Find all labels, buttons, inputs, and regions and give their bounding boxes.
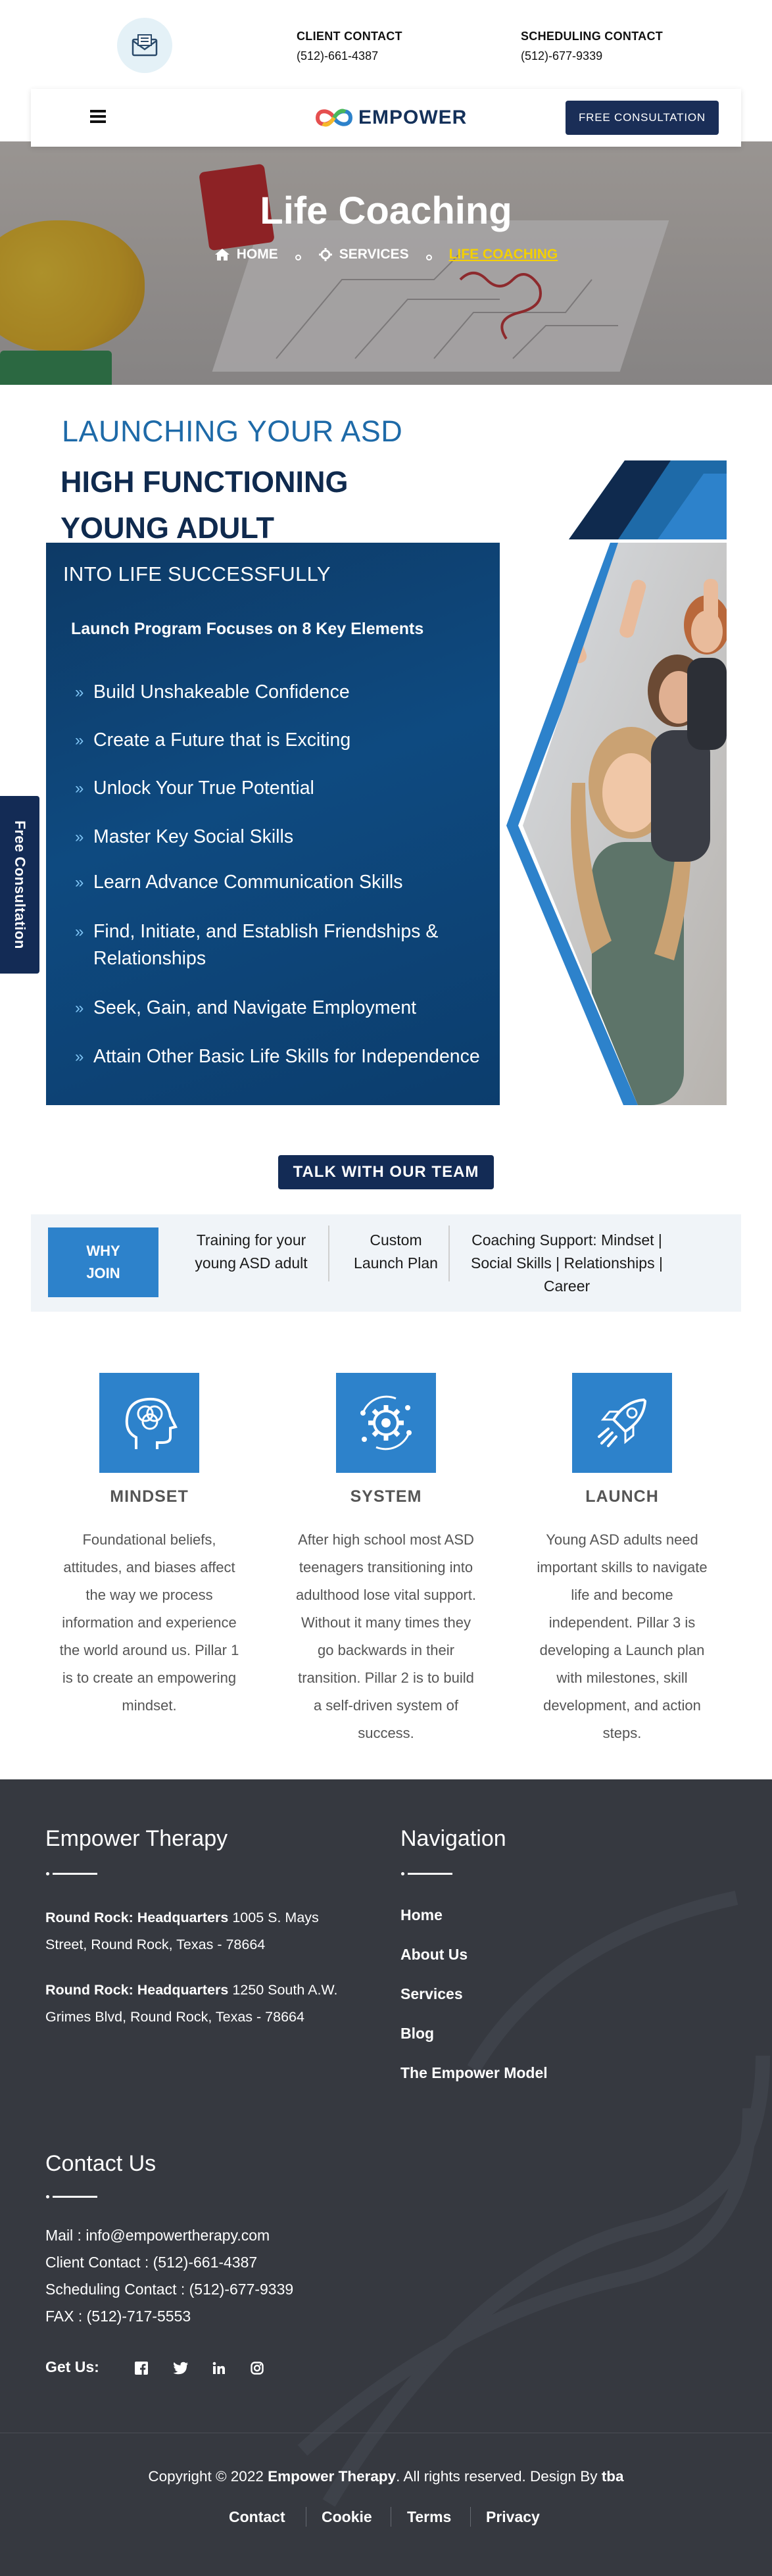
talk-with-our-team-button[interactable]: TALK WITH OUR TEAM <box>278 1155 494 1189</box>
program-heading-line2: HIGH FUNCTIONING <box>60 465 349 499</box>
list-item: » Create a Future that is Exciting <box>75 727 350 754</box>
gear-cycle-icon <box>336 1373 436 1473</box>
contact-fax: FAX : (512)-717-5553 <box>45 2308 191 2325</box>
scheduling-contact: SCHEDULING CONTACT (512)-677-9339 <box>521 30 663 63</box>
contact-client[interactable]: Client Contact : (512)-661-4387 <box>45 2249 440 2276</box>
breadcrumb-life-coaching[interactable]: LIFE COACHING <box>449 247 558 262</box>
infinity-logo-icon <box>315 109 353 127</box>
get-us-label: Get Us: <box>45 2358 99 2375</box>
list-item: » Attain Other Basic Life Skills for Inde… <box>75 1043 480 1070</box>
chevron-right-icon: » <box>75 874 84 891</box>
list-item: » Seek, Gain, and Navigate Employment <box>75 995 416 1022</box>
pillar-title: SYSTEM <box>350 1487 422 1506</box>
footer-contact-list: Mail : info@empowertherapy.com Client Co… <box>45 2222 440 2330</box>
footer-nav-heading: Navigation <box>400 1826 506 1851</box>
client-contact: CLIENT CONTACT (512)-661-4387 <box>297 30 402 63</box>
pillar-launch: LAUNCH Young ASD adults need important sk… <box>517 1373 727 1747</box>
why-join-badge: WHY JOIN <box>48 1227 158 1297</box>
program-heading: HIGH FUNCTIONING YOUNG ADULT <box>60 459 348 551</box>
program-subheading: INTO LIFE SUCCESSFULLY <box>63 562 331 585</box>
heading-underline <box>46 2195 97 2198</box>
site-logo[interactable]: EMPOWER <box>314 103 467 132</box>
divider <box>470 2507 471 2527</box>
heading-underline <box>46 1872 97 1875</box>
legal-link-cookie[interactable]: Cookie <box>322 2508 372 2526</box>
list-item: » Unlock Your True Potential <box>75 775 314 802</box>
page-title: Life Coaching <box>260 189 512 232</box>
legal-link-contact[interactable]: Contact <box>229 2508 285 2526</box>
hero-banner: Life Coaching HOME SERVICES LIFE COACHIN… <box>0 141 772 385</box>
site-footer <box>0 1779 772 2576</box>
footer-contact-heading: Contact Us <box>45 2151 157 2176</box>
program-heading-line1: LAUNCHING YOUR ASD <box>62 414 403 448</box>
client-contact-phone[interactable]: (512)-661-4387 <box>297 49 402 63</box>
main-navbar: EMPOWER FREE CONSULTATION <box>31 89 741 147</box>
footer-link-services[interactable]: Services <box>400 1985 463 2003</box>
pillar-system: SYSTEM After high school most ASD teenage… <box>281 1373 491 1747</box>
breadcrumb-services[interactable]: SERVICES <box>318 247 409 262</box>
why-item-coaching-support: Coaching Support: Mindset | Social Skills… <box>471 1231 663 1295</box>
chevron-right-icon: » <box>75 828 84 846</box>
footer-brand-heading: Empower Therapy <box>45 1826 228 1851</box>
list-item: » Find, Initiate, and Establish Friendshi… <box>75 918 438 972</box>
address-headquarters-2: Round Rock: Headquarters 1250 South A.W.… <box>45 1982 338 2025</box>
scheduling-contact-phone[interactable]: (512)-677-9339 <box>521 49 663 63</box>
breadcrumb-separator <box>295 254 301 260</box>
pillar-mindset: MINDSET Foundational beliefs, attitudes, … <box>44 1373 254 1720</box>
head-brain-icon <box>99 1373 199 1473</box>
chevron-right-icon: » <box>75 731 84 749</box>
rocket-icon <box>572 1373 672 1473</box>
chevron-right-icon: » <box>75 923 84 941</box>
designer-link[interactable]: tba <box>602 2468 624 2485</box>
chevron-right-icon: » <box>75 683 84 701</box>
mail-icon[interactable] <box>117 18 172 73</box>
footer-link-empower-model[interactable]: The Empower Model <box>400 2064 548 2082</box>
free-consultation-side-tab[interactable]: Free Consultation <box>0 796 39 974</box>
list-item: » Master Key Social Skills <box>75 824 293 851</box>
free-consultation-button[interactable]: FREE CONSULTATION <box>565 101 719 135</box>
list-item: » Learn Advance Communication Skills <box>75 869 403 896</box>
heading-underline <box>401 1872 452 1875</box>
why-item-launch-plan: Custom Launch Plan <box>354 1231 438 1272</box>
address-headquarters-1: Round Rock: Headquarters 1005 S. Mays Str… <box>45 1910 319 1952</box>
contact-mail[interactable]: Mail : info@empowertherapy.com <box>45 2222 440 2249</box>
top-contact-bar: CLIENT CONTACT (512)-661-4387 SCHEDULING… <box>0 0 772 89</box>
legal-link-terms[interactable]: Terms <box>407 2508 451 2526</box>
services-icon <box>318 248 332 261</box>
chevron-right-icon: » <box>75 1048 84 1066</box>
contact-scheduling[interactable]: Scheduling Contact : (512)-677-9339 <box>45 2276 440 2303</box>
facebook-icon[interactable] <box>132 2360 151 2377</box>
pillar-title: MINDSET <box>110 1487 189 1506</box>
chevron-right-icon: » <box>75 780 84 797</box>
divider <box>448 1226 450 1281</box>
pillar-description: Foundational beliefs, attitudes, and bias… <box>59 1531 239 1714</box>
chevron-right-icon: » <box>75 999 84 1017</box>
logo-text: EMPOWER <box>358 107 468 128</box>
why-item-training: Training for your young ASD adult <box>195 1231 308 1272</box>
scheduling-contact-label: SCHEDULING CONTACT <box>521 30 663 43</box>
legal-link-privacy[interactable]: Privacy <box>486 2508 540 2526</box>
divider <box>328 1226 329 1281</box>
focus-title: Launch Program Focuses on 8 Key Elements <box>71 620 424 638</box>
copyright: Copyright © 2022 Empower Therapy. All ri… <box>148 2468 624 2485</box>
pillar-description: After high school most ASD teenagers tran… <box>296 1531 476 1741</box>
launch-program-section: LAUNCHING YOUR ASD HIGH FUNCTIONING YOUN… <box>46 414 727 1105</box>
twitter-icon[interactable] <box>171 2360 191 2377</box>
footer-link-about[interactable]: About Us <box>400 1946 468 1964</box>
client-contact-label: CLIENT CONTACT <box>297 30 402 43</box>
linkedin-icon[interactable] <box>209 2360 229 2377</box>
program-heading-line3: YOUNG ADULT <box>60 511 274 545</box>
footer-link-blog[interactable]: Blog <box>400 2025 434 2043</box>
menu-icon[interactable] <box>90 110 106 123</box>
footer-link-home[interactable]: Home <box>400 1906 443 1924</box>
pillar-title: LAUNCH <box>585 1487 659 1506</box>
breadcrumb-separator <box>425 254 432 260</box>
home-icon <box>214 249 229 260</box>
breadcrumb-home[interactable]: HOME <box>214 247 278 262</box>
list-item: » Build Unshakeable Confidence <box>75 679 350 706</box>
pillar-description: Young ASD adults need important skills to… <box>537 1531 708 1741</box>
instagram-icon[interactable] <box>247 2360 267 2377</box>
breadcrumb: HOME SERVICES LIFE COACHING <box>0 247 772 262</box>
why-join-bar: WHY JOIN Training for your young ASD adult… <box>31 1214 741 1312</box>
